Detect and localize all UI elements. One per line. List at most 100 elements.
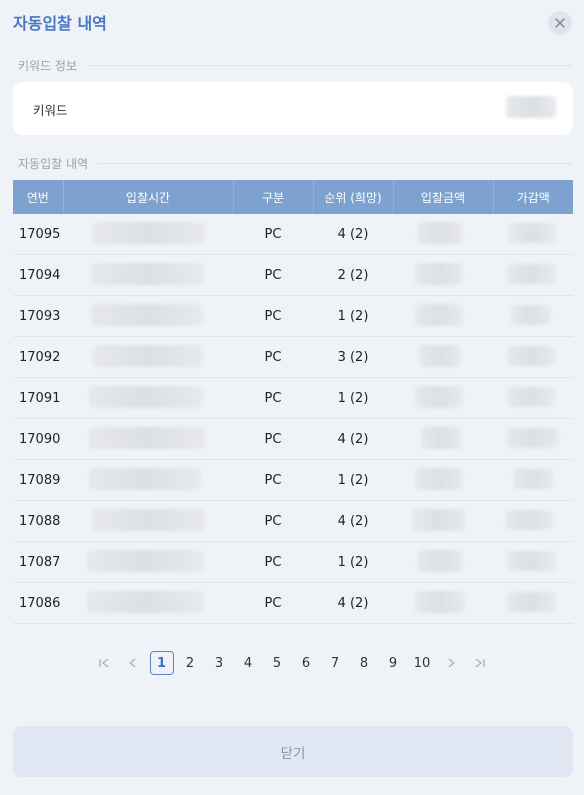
last-page-button[interactable] [466,651,495,675]
close-modal-button[interactable]: 닫기 [13,726,573,777]
bid-time-redacted [93,345,203,367]
page-4-button[interactable]: 4 [234,651,263,675]
table-row: 17091 PC 1 (2) [13,377,573,419]
next-page-icon [448,658,455,668]
row-bid-amount [393,336,493,378]
bid-time-redacted [93,509,205,531]
row-adjustment [493,214,573,255]
bid-time-redacted [89,468,201,490]
modal-title: 자동입찰 내역 [13,14,107,33]
row-adjustment [493,418,573,460]
header-bid-amount: 입찰금액 [393,180,494,214]
row-rank: 3 (2) [313,336,393,378]
bid-amount-redacted [415,386,463,408]
bid-amount-redacted [417,222,463,244]
page-6-button[interactable]: 6 [292,651,321,675]
row-bid-amount [393,459,493,501]
bid-history-table: 연번 입찰시간 구분 순위 (희망) 입찰금액 가감액 17095 PC 4 (2)… [13,180,573,624]
page-3-button[interactable]: 3 [205,651,234,675]
close-button[interactable] [548,11,572,35]
adjustment-redacted [509,223,555,243]
header-seq: 연번 [13,180,64,214]
first-page-icon [99,658,109,668]
header-adjustment: 가감액 [493,180,573,214]
bid-amount-redacted [415,468,463,490]
row-rank: 1 (2) [313,459,393,501]
adjustment-redacted [513,469,553,489]
row-bid-time [63,582,233,624]
bids-section-text: 자동입찰 내역 [18,157,89,171]
bid-time-redacted [89,427,205,449]
row-bid-amount [393,254,493,296]
row-bid-time [63,500,233,542]
keyword-section-text: 키워드 정보 [18,59,78,73]
header-bid-time: 입찰시간 [63,180,234,214]
prev-page-icon [129,658,136,668]
row-adjustment [493,500,573,542]
bid-amount-redacted [421,427,461,449]
adjustment-redacted [507,346,555,366]
bid-time-redacted [91,263,203,285]
table-row: 17087 PC 1 (2) [13,541,573,583]
section-divider [98,163,572,164]
table-row: 17086 PC 4 (2) [13,582,573,624]
row-type: PC [233,377,313,419]
page-10-button[interactable]: 10 [408,651,437,675]
row-type: PC [233,254,313,296]
page-5-button[interactable]: 5 [263,651,292,675]
row-bid-time [63,377,233,419]
row-rank: 4 (2) [313,418,393,460]
bid-time-redacted [87,591,203,613]
table-row: 17093 PC 1 (2) [13,295,573,337]
keyword-section-label: 키워드 정보 [18,57,572,74]
row-type: PC [233,582,313,624]
row-rank: 4 (2) [313,214,393,255]
table-row: 17094 PC 2 (2) [13,254,573,296]
next-page-button[interactable] [437,651,466,675]
row-rank: 1 (2) [313,541,393,583]
header-rank: 순위 (희망) [313,180,394,214]
adjustment-redacted [507,264,555,284]
bid-amount-redacted [419,345,461,367]
row-seq: 17089 [13,459,63,501]
row-bid-time [63,541,233,583]
keyword-card: 키워드 [13,82,573,135]
bid-amount-redacted [417,550,463,572]
row-rank: 4 (2) [313,582,393,624]
page-9-button[interactable]: 9 [379,651,408,675]
adjustment-redacted [511,305,551,325]
row-seq: 17086 [13,582,63,624]
adjustment-redacted [505,510,553,530]
bid-amount-redacted [413,509,465,531]
row-rank: 4 (2) [313,500,393,542]
prev-page-button[interactable] [119,651,148,675]
adjustment-redacted [507,592,555,612]
page-1-button[interactable]: 1 [149,651,174,675]
adjustment-redacted [507,551,555,571]
table-row: 17090 PC 4 (2) [13,418,573,460]
first-page-button[interactable] [90,651,119,675]
bid-time-redacted [91,304,203,326]
row-seq: 17087 [13,541,63,583]
header-type: 구분 [233,180,314,214]
table-row: 17095 PC 4 (2) [13,214,573,255]
row-rank: 2 (2) [313,254,393,296]
adjustment-redacted [507,387,555,407]
row-bid-amount [393,214,493,255]
table-row: 17089 PC 1 (2) [13,459,573,501]
page-7-button[interactable]: 7 [321,651,350,675]
row-seq: 17095 [13,214,63,255]
page-2-button[interactable]: 2 [176,651,205,675]
page-8-button[interactable]: 8 [350,651,379,675]
bid-amount-redacted [415,263,463,285]
row-type: PC [233,459,313,501]
bid-amount-redacted [415,304,463,326]
row-adjustment [493,541,573,583]
bids-section-label: 자동입찰 내역 [18,155,572,172]
row-type: PC [233,214,313,255]
row-seq: 17094 [13,254,63,296]
row-bid-time [63,459,233,501]
row-bid-amount [393,295,493,337]
row-adjustment [493,582,573,624]
row-adjustment [493,377,573,419]
